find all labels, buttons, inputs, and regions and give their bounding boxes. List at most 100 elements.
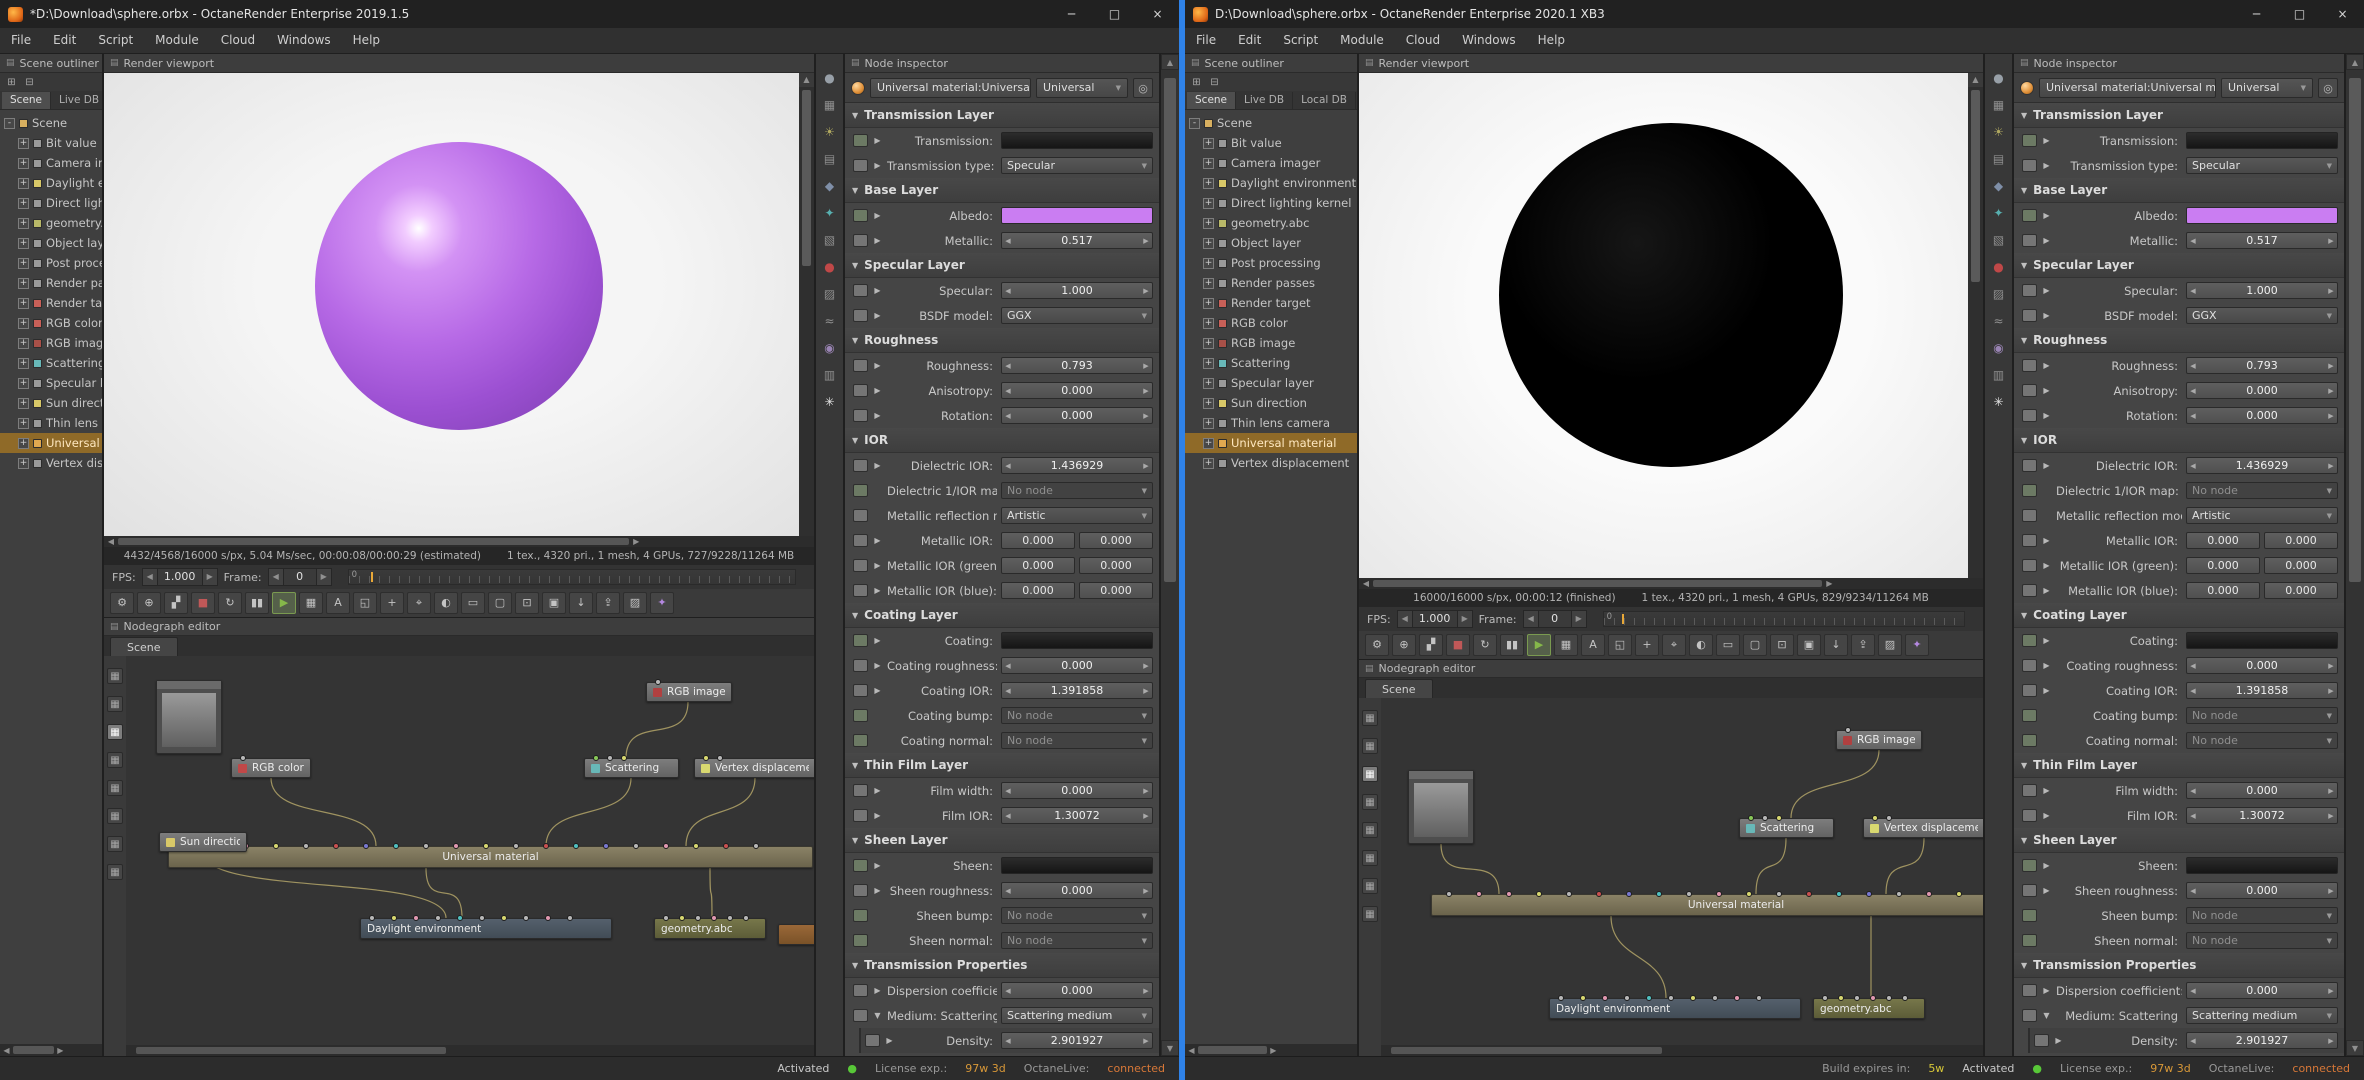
recenter-icon[interactable]: ⊕ bbox=[137, 592, 161, 614]
value-slider[interactable]: ◀ 1.000 ▶ bbox=[1001, 282, 1153, 299]
play-render-icon[interactable]: ▶ bbox=[1527, 634, 1551, 656]
decrement-icon[interactable]: ◀ bbox=[2187, 987, 2199, 995]
node-slot-icon[interactable] bbox=[853, 709, 868, 722]
increment-icon[interactable]: ▶ bbox=[1140, 237, 1152, 245]
node-input-select[interactable]: No node ▼ bbox=[2186, 732, 2338, 749]
row-expander-icon[interactable]: ▶ bbox=[872, 811, 883, 820]
tree-item[interactable]: + Universal material bbox=[1185, 433, 1357, 453]
timeline[interactable]: 0 bbox=[1603, 611, 1965, 627]
tree-expander-icon[interactable]: + bbox=[1203, 398, 1214, 409]
node-pin[interactable] bbox=[695, 915, 701, 921]
decrement-icon[interactable]: ◀ bbox=[1002, 887, 1014, 895]
render-region-icon[interactable]: ▭ bbox=[1716, 634, 1740, 656]
node-slot-icon[interactable] bbox=[2022, 1009, 2037, 1022]
tree-item[interactable]: + RGB color bbox=[0, 313, 102, 333]
environment-category-icon[interactable]: ▤ bbox=[824, 153, 835, 166]
ng-kernels-category-icon[interactable]: ▦ bbox=[1362, 906, 1378, 922]
row-expander-icon[interactable]: ▶ bbox=[872, 411, 883, 420]
row-expander-icon[interactable]: ▶ bbox=[884, 1036, 895, 1045]
tree-expander-icon[interactable]: + bbox=[1203, 318, 1214, 329]
inspector-vscrollbar[interactable]: ▲ ▼ bbox=[2346, 54, 2364, 1056]
node-slot-icon[interactable] bbox=[853, 984, 868, 997]
value-y[interactable]: 0.000 bbox=[1079, 532, 1153, 549]
increment-icon[interactable]: ▶ bbox=[1140, 787, 1152, 795]
tree-item[interactable]: + Scattering bbox=[0, 353, 102, 373]
node-pin[interactable] bbox=[723, 843, 729, 849]
materials-category-icon[interactable]: ● bbox=[1993, 261, 2003, 274]
node-slot-icon[interactable] bbox=[853, 734, 868, 747]
render-passes-icon[interactable]: ◱ bbox=[1608, 634, 1632, 656]
value-y[interactable]: 0.000 bbox=[1079, 582, 1153, 599]
viewport-vscrollbar[interactable]: ▲ bbox=[1968, 73, 1983, 578]
row-expander-icon[interactable]: ▶ bbox=[2041, 361, 2052, 370]
collapse-icon[interactable]: ▼ bbox=[852, 336, 858, 345]
tree-item[interactable]: + Bit value bbox=[0, 133, 102, 153]
node-slot-icon[interactable] bbox=[853, 784, 868, 797]
node-pin[interactable] bbox=[1626, 891, 1632, 897]
menu-item[interactable]: Cloud bbox=[210, 28, 266, 53]
scroll-up-icon[interactable]: ▲ bbox=[1968, 73, 1983, 87]
value-slider[interactable]: ◀ 0.000 ▶ bbox=[1001, 657, 1153, 674]
tree-expander-icon[interactable]: + bbox=[1203, 298, 1214, 309]
increment-icon[interactable]: ▶ bbox=[2325, 987, 2337, 995]
tree-item[interactable]: + Universal material bbox=[0, 433, 102, 453]
value-slider[interactable]: ◀ 1.391858 ▶ bbox=[2186, 682, 2338, 699]
value-slider[interactable]: ◀ 0.000 ▶ bbox=[1001, 382, 1153, 399]
menu-item[interactable]: Module bbox=[144, 28, 210, 53]
node-slot-icon[interactable] bbox=[2022, 509, 2037, 522]
denoiser-icon[interactable]: ✦ bbox=[1905, 634, 1929, 656]
value-x[interactable]: 0.000 bbox=[1001, 582, 1075, 599]
fps-stepper[interactable]: ◀ 1.000 ▶ bbox=[142, 568, 218, 586]
row-expander-icon[interactable]: ▶ bbox=[872, 536, 883, 545]
settings-icon[interactable]: ⚙ bbox=[110, 592, 134, 614]
tree-item[interactable]: + Post processing bbox=[0, 253, 102, 273]
frame-decrement-icon[interactable]: ◀ bbox=[269, 569, 283, 585]
row-expander-icon[interactable]: ▶ bbox=[872, 211, 883, 220]
node-slot-icon[interactable] bbox=[2022, 384, 2037, 397]
tree-item[interactable]: + Render target bbox=[1185, 293, 1357, 313]
row-expander-icon[interactable]: ▶ bbox=[2041, 986, 2052, 995]
denoiser-icon[interactable]: ✦ bbox=[650, 592, 674, 614]
node-pin[interactable] bbox=[1506, 891, 1512, 897]
menu-item[interactable]: Edit bbox=[1227, 28, 1272, 53]
scrollbar-thumb[interactable] bbox=[1198, 1046, 1267, 1054]
node-pin[interactable] bbox=[1870, 995, 1876, 1001]
node-input-select[interactable]: No node ▼ bbox=[1001, 907, 1153, 924]
node-pin[interactable] bbox=[303, 843, 309, 849]
collapse-icon[interactable]: ▼ bbox=[852, 761, 858, 770]
row-expander-icon[interactable]: ▶ bbox=[2041, 886, 2052, 895]
node-pin[interactable] bbox=[479, 915, 485, 921]
tree-item[interactable]: + Post processing bbox=[1185, 253, 1357, 273]
node-pin[interactable] bbox=[1896, 891, 1902, 897]
tree-item[interactable]: + RGB image bbox=[0, 333, 102, 353]
ng-kernels-category-icon[interactable]: ▦ bbox=[107, 864, 123, 880]
tree-item[interactable]: + Scattering bbox=[1185, 353, 1357, 373]
scattering-node[interactable]: Scattering bbox=[584, 758, 679, 778]
node-pin[interactable] bbox=[435, 915, 441, 921]
row-expander-icon[interactable]: ▶ bbox=[2041, 461, 2052, 470]
node-pin[interactable] bbox=[1866, 891, 1872, 897]
value-input[interactable] bbox=[2186, 632, 2338, 649]
alpha-mode-icon[interactable]: A bbox=[326, 592, 350, 614]
tree-expander-icon[interactable]: + bbox=[1203, 138, 1214, 149]
node-pin[interactable] bbox=[545, 915, 551, 921]
value-slider[interactable]: ◀ 0.000 ▶ bbox=[2186, 657, 2338, 674]
lock-resolution-icon[interactable]: ⊡ bbox=[1770, 634, 1794, 656]
node-pin[interactable] bbox=[369, 915, 375, 921]
increment-icon[interactable]: ▶ bbox=[1140, 287, 1152, 295]
node-slot-icon[interactable] bbox=[2022, 934, 2037, 947]
scripts-category-icon[interactable]: ▥ bbox=[1993, 369, 2004, 382]
lock-resolution-icon[interactable]: ⊡ bbox=[515, 592, 539, 614]
fps-stepper[interactable]: ◀ 1.000 ▶ bbox=[1397, 610, 1473, 628]
close-button[interactable]: × bbox=[1136, 0, 1179, 28]
collapse-icon[interactable]: ▼ bbox=[2021, 761, 2027, 770]
node-pin[interactable] bbox=[1776, 891, 1782, 897]
node-slot-icon[interactable] bbox=[2022, 909, 2037, 922]
increment-icon[interactable]: ▶ bbox=[2325, 462, 2337, 470]
section-header[interactable]: ▼ Roughness bbox=[2014, 328, 2344, 353]
section-header[interactable]: ▼ Sheen Layer bbox=[2014, 828, 2344, 853]
node-pin[interactable] bbox=[1886, 995, 1892, 1001]
node-pin[interactable] bbox=[457, 915, 463, 921]
node-pin[interactable] bbox=[1822, 995, 1828, 1001]
value-slider[interactable]: ◀ 2.901927 ▶ bbox=[2186, 1032, 2338, 1049]
